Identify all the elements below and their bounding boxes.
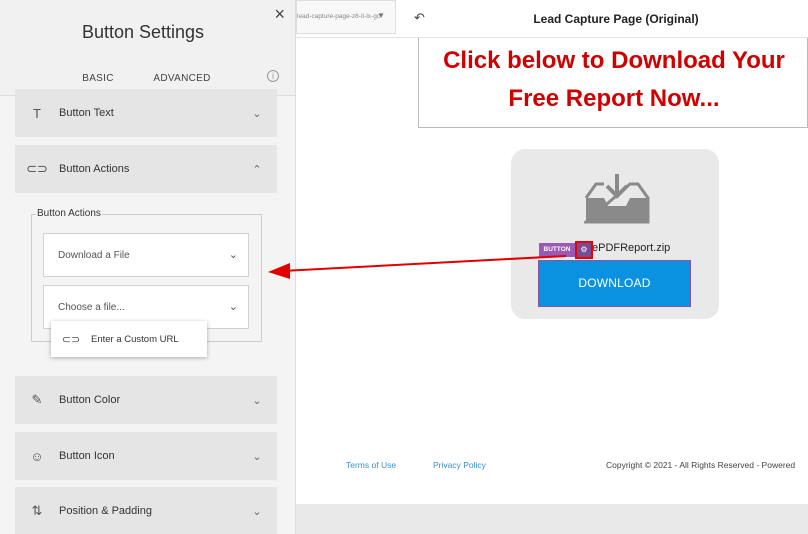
element-badge[interactable]: BUTTON: [539, 243, 575, 257]
page-name: Lead Capture Page (Original): [533, 12, 699, 26]
undo-icon[interactable]: ↶: [414, 10, 425, 26]
select-placeholder: Choose a file...: [58, 301, 125, 313]
panel-header: Button Settings × BASIC ADVANCED i: [0, 0, 295, 96]
text-size-icon: T: [33, 105, 41, 121]
caret-down-icon: ▼: [377, 11, 385, 20]
panel-title: Button Settings: [81, 22, 205, 42]
section-position-padding[interactable]: ⇅ Position & Padding ⌄: [15, 487, 277, 534]
option-label: Enter a Custom URL: [91, 333, 179, 345]
gear-icon[interactable]: ⚙: [575, 241, 593, 259]
eyedropper-icon: ✎: [31, 392, 43, 407]
editor-topbar: lead-capture-page-z8-it-lx-gc ▼ ↶ Lead C…: [296, 0, 808, 38]
file-name: ePDFReport.zip: [592, 242, 671, 254]
section-button-actions[interactable]: ⊂⊃ Button Actions ⌃: [15, 145, 277, 193]
download-tray-icon: [581, 172, 650, 229]
sort-arrows-icon: ⇅: [31, 503, 43, 518]
section-label: Button Text: [59, 107, 114, 119]
info-icon[interactable]: i: [267, 70, 279, 82]
chevron-down-icon: ⌄: [252, 505, 262, 518]
chevron-down-icon: ⌄: [228, 301, 238, 313]
terms-link[interactable]: Terms of Use: [346, 460, 396, 470]
section-label: Button Icon: [59, 450, 115, 462]
link-icon: ⊂⊃: [26, 161, 48, 176]
action-type-select[interactable]: Download a File ⌄: [43, 233, 249, 277]
chevron-up-icon: ⌃: [252, 163, 262, 176]
privacy-link[interactable]: Privacy Policy: [433, 460, 486, 470]
section-button-icon[interactable]: ☺ Button Icon ⌄: [15, 432, 277, 480]
close-icon[interactable]: ×: [274, 4, 285, 25]
page-select[interactable]: lead-capture-page-z8-it-lx-gc ▼: [296, 0, 396, 34]
select-value: Download a File: [58, 249, 130, 261]
page-select-value: lead-capture-page-z8-it-lx-gc: [297, 13, 381, 20]
link-icon: ⊂⊃: [61, 333, 81, 346]
chevron-down-icon: ⌄: [252, 394, 262, 407]
section-button-color[interactable]: ✎ Button Color ⌄: [15, 376, 277, 424]
section-label: Button Color: [59, 394, 121, 406]
chevron-down-icon: ⌄: [252, 107, 262, 120]
section-label: Button Actions: [59, 163, 130, 175]
section-label: Position & Padding: [59, 505, 152, 517]
section-button-text[interactable]: T Button Text ⌄: [15, 89, 277, 137]
download-button[interactable]: DOWNLOAD: [538, 260, 691, 307]
smiley-icon: ☺: [30, 448, 44, 464]
chevron-down-icon: ⌄: [252, 450, 262, 463]
copyright-text: Copyright © 2021 - All Rights Reserved -…: [606, 460, 796, 470]
custom-url-option[interactable]: ⊂⊃ Enter a Custom URL: [51, 321, 207, 357]
group-legend: Button Actions: [36, 208, 102, 219]
page-headline[interactable]: Click below to Download Your Free Report…: [418, 42, 808, 118]
chevron-down-icon: ⌄: [228, 249, 238, 261]
